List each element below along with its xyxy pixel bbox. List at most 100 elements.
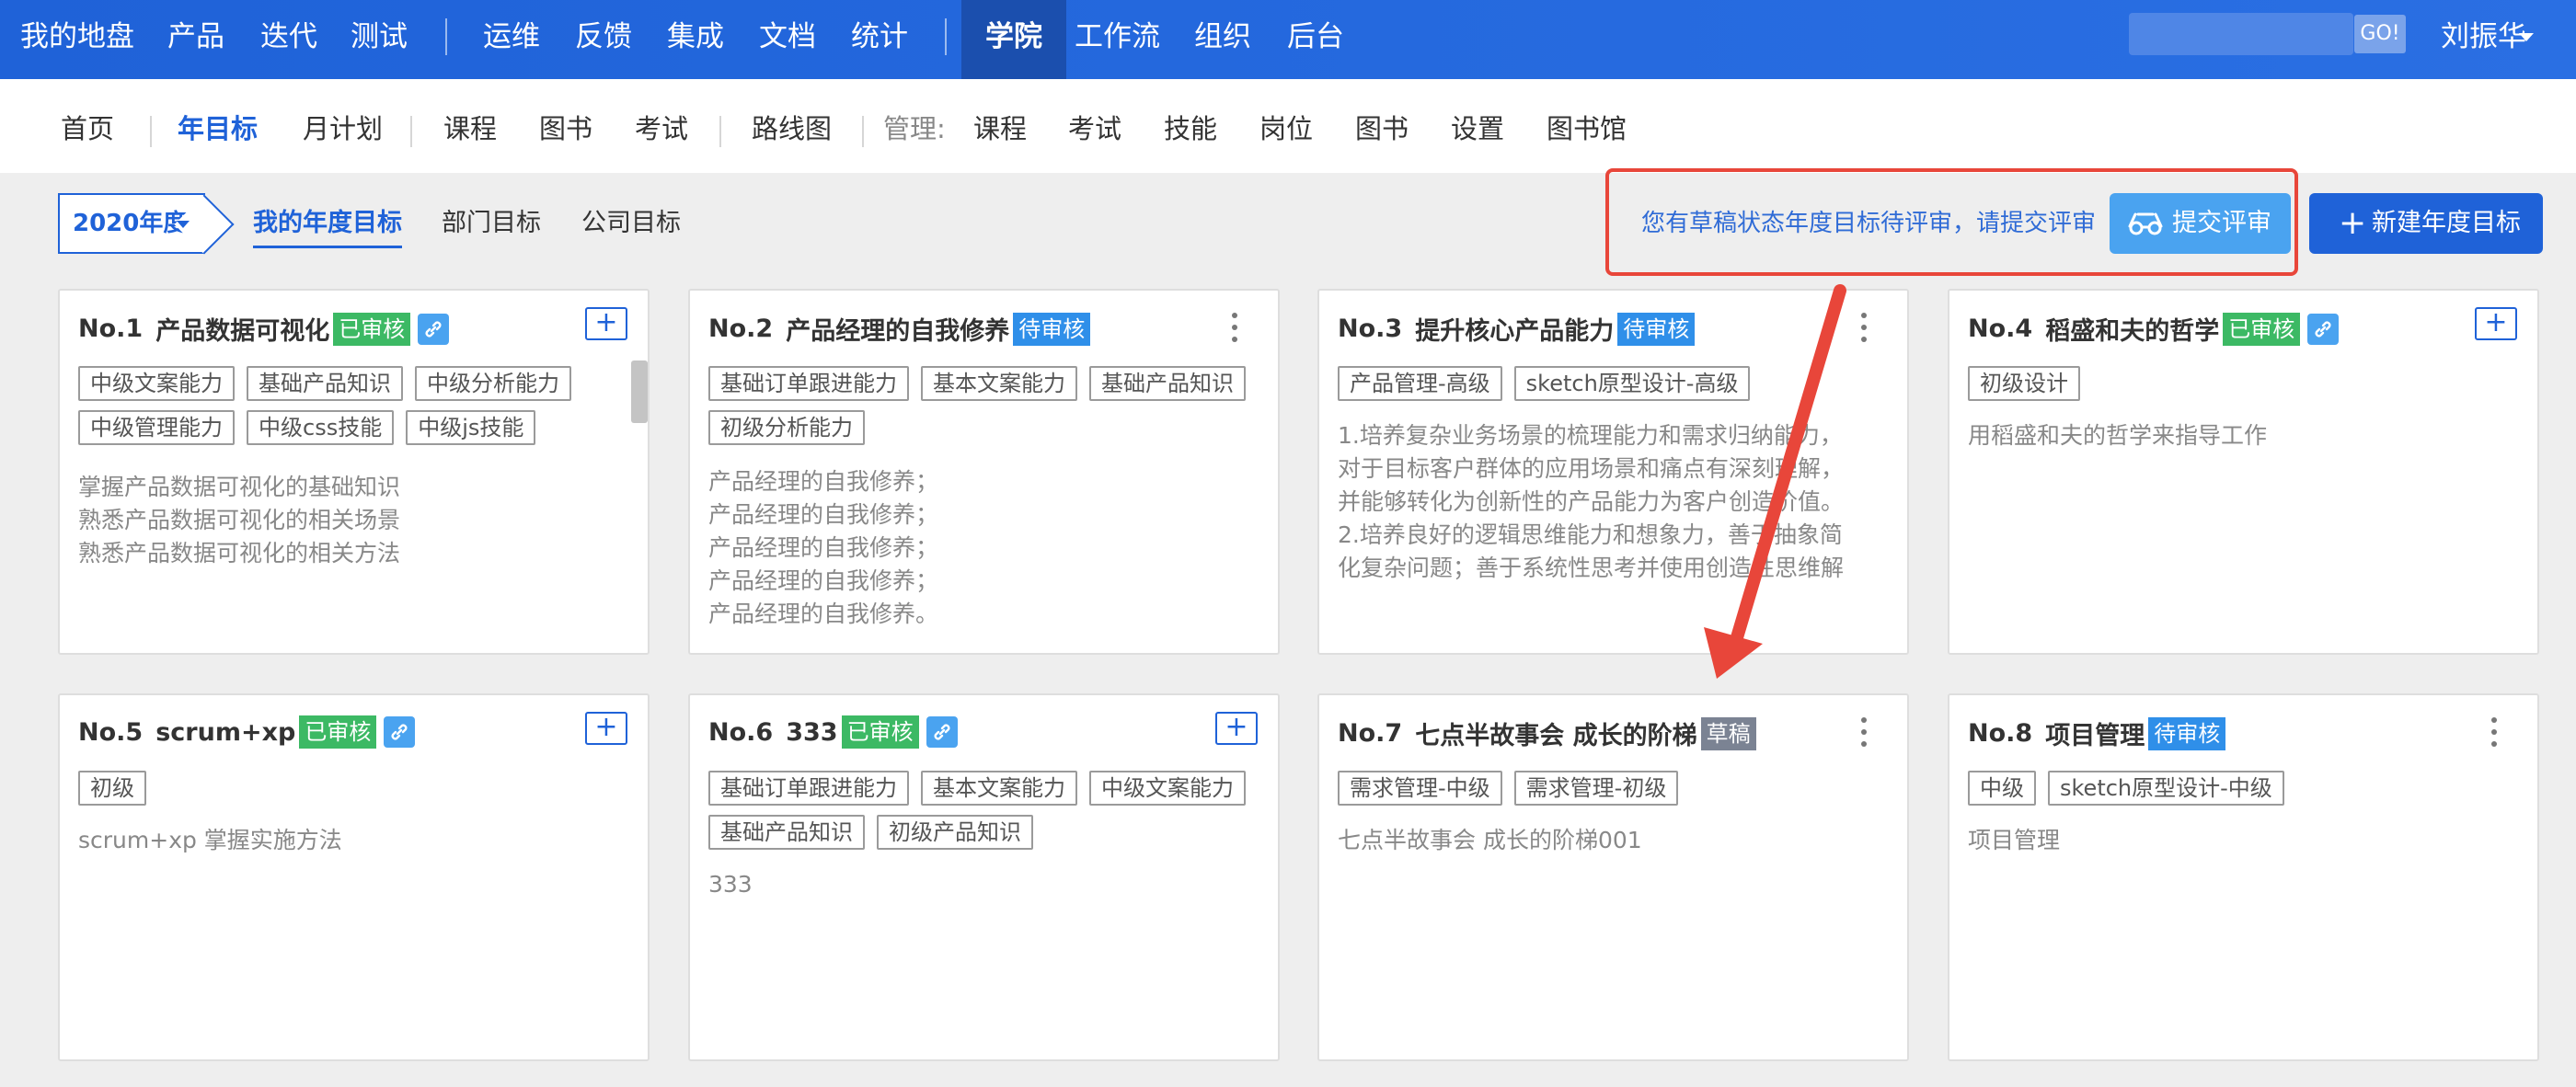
skill-tag: 基础订单跟进能力 bbox=[708, 366, 909, 401]
subnav-manage-exams[interactable]: 考试 bbox=[1068, 79, 1121, 173]
subnav-month-plan[interactable]: 月计划 bbox=[303, 79, 383, 173]
status-badge: 已审核 bbox=[333, 312, 411, 346]
more-icon[interactable] bbox=[2491, 717, 2499, 753]
goal-card[interactable]: No.7 七点半故事会 成长的阶梯 草稿 需求管理-中级 需求管理-初级 七点半… bbox=[1317, 693, 1909, 1061]
nav-admin[interactable]: 后台 bbox=[1287, 0, 1344, 79]
search-go-button[interactable]: GO! bbox=[2354, 15, 2406, 53]
skill-tag: 基础产品知识 bbox=[247, 366, 403, 401]
add-icon[interactable]: + bbox=[1215, 712, 1258, 745]
more-icon[interactable] bbox=[1861, 717, 1869, 753]
nav-my-space[interactable]: 我的地盘 bbox=[20, 0, 134, 79]
skill-tag: 初级分析能力 bbox=[708, 410, 865, 445]
new-year-goal-button[interactable]: + 新建年度目标 bbox=[2309, 193, 2543, 254]
skill-tag: 中级 bbox=[1968, 771, 2036, 806]
link-icon[interactable] bbox=[384, 716, 416, 748]
desc-line: 产品经理的自我修养； bbox=[708, 534, 939, 561]
nav-product[interactable]: 产品 bbox=[167, 0, 224, 79]
nav-stats[interactable]: 统计 bbox=[851, 0, 908, 79]
more-icon[interactable] bbox=[1861, 313, 1869, 349]
skill-tag: 中级文案能力 bbox=[78, 366, 235, 401]
desc-line: 产品经理的自我修养； bbox=[708, 567, 939, 594]
card-name: 七点半故事会 成长的阶梯 bbox=[1415, 722, 1697, 750]
sub-navbar: 首页 年目标 月计划 课程 图书 考试 路线图 管理: 课程 考试 技能 岗位 … bbox=[0, 79, 2576, 173]
card-name: 产品数据可视化 bbox=[155, 317, 330, 346]
nav-iteration[interactable]: 迭代 bbox=[260, 0, 317, 79]
subnav-manage-skills[interactable]: 技能 bbox=[1164, 79, 1217, 173]
link-icon[interactable] bbox=[418, 313, 450, 345]
nav-org[interactable]: 组织 bbox=[1194, 0, 1251, 79]
skill-tag: sketch原型设计-高级 bbox=[1513, 366, 1751, 401]
subnav-home[interactable]: 首页 bbox=[61, 79, 114, 173]
skill-tag: sketch原型设计-中级 bbox=[2048, 771, 2284, 806]
card-number: No.1 bbox=[78, 315, 144, 343]
status-badge: 待审核 bbox=[1617, 312, 1696, 346]
add-icon[interactable]: + bbox=[585, 712, 627, 745]
card-title: No.3 提升核心产品能力 待审核 bbox=[1338, 311, 1696, 347]
goal-card[interactable]: No.3 提升核心产品能力 待审核 产品管理-高级 sketch原型设计-高级 … bbox=[1317, 289, 1909, 655]
goal-card[interactable]: No.5 scrum+xp 已审核 + 初级 scrum+xp 掌握实施方法 bbox=[58, 693, 650, 1061]
skill-tag: 初级产品知识 bbox=[877, 815, 1033, 850]
year-selector-label: 2020年度 bbox=[73, 210, 188, 237]
more-icon[interactable] bbox=[1232, 313, 1239, 349]
goal-card[interactable]: No.6 333 已审核 + 基础订单跟进能力 基本文案能力 中级文案能力 基础… bbox=[688, 693, 1280, 1061]
skill-tag: 基本文案能力 bbox=[921, 771, 1077, 806]
plus-icon: + bbox=[2339, 204, 2367, 242]
card-name: 稻盛和夫的哲学 bbox=[2045, 317, 2220, 346]
subnav-courses[interactable]: 课程 bbox=[443, 79, 497, 173]
card-number: No.5 bbox=[78, 717, 144, 747]
skill-tags: 初级设计 bbox=[1968, 366, 2520, 410]
subnav-exams[interactable]: 考试 bbox=[635, 79, 688, 173]
skill-tags: 中级 sketch原型设计-中级 bbox=[1968, 771, 2520, 815]
subnav-year-goals[interactable]: 年目标 bbox=[178, 79, 258, 173]
subnav-books[interactable]: 图书 bbox=[539, 79, 592, 173]
user-menu[interactable]: 刘振华 bbox=[2441, 0, 2526, 74]
card-title: No.2 产品经理的自我修养 待审核 bbox=[708, 311, 1091, 347]
card-number: No.3 bbox=[1338, 315, 1403, 343]
nav-docs[interactable]: 文档 bbox=[759, 0, 816, 79]
search-input[interactable] bbox=[2129, 13, 2353, 55]
status-badge: 已审核 bbox=[2223, 312, 2301, 346]
goal-card[interactable]: No.1 产品数据可视化 已审核 + 中级文案能力 基础产品知识 中级分析能力 … bbox=[58, 289, 650, 655]
tab-company-goals[interactable]: 公司目标 bbox=[581, 202, 681, 248]
subnav-manage-settings[interactable]: 设置 bbox=[1451, 79, 1504, 173]
skill-tag: 基础产品知识 bbox=[1089, 366, 1246, 401]
goal-card[interactable]: No.4 稻盛和夫的哲学 已审核 + 初级设计 用稻盛和夫的哲学来指导工作 bbox=[1948, 289, 2539, 655]
card-title: No.7 七点半故事会 成长的阶梯 草稿 bbox=[1338, 715, 1756, 751]
nav-feedback[interactable]: 反馈 bbox=[575, 0, 632, 79]
tab-department-goals[interactable]: 部门目标 bbox=[442, 202, 541, 248]
link-icon[interactable] bbox=[926, 716, 958, 748]
skill-tags: 中级文案能力 基础产品知识 中级分析能力 中级管理能力 中级css技能 中级js… bbox=[78, 366, 630, 454]
goal-card[interactable]: No.2 产品经理的自我修养 待审核 基础订单跟进能力 基本文案能力 基础产品知… bbox=[688, 289, 1280, 655]
nav-academy[interactable]: 学院 bbox=[961, 0, 1066, 79]
subnav-manage-positions[interactable]: 岗位 bbox=[1259, 79, 1313, 173]
skill-tag: 基础订单跟进能力 bbox=[708, 771, 909, 806]
subnav-manage-courses[interactable]: 课程 bbox=[973, 79, 1027, 173]
draft-notice: 您有草稿状态年度目标待评审，请提交评审 bbox=[1641, 210, 2097, 237]
add-icon[interactable]: + bbox=[585, 307, 627, 340]
desc-line: 七点半故事会 成长的阶梯001 bbox=[1338, 827, 1642, 853]
desc-line: 2.培养良好的逻辑思维能力和想象力，善于抽象简 bbox=[1338, 521, 1843, 548]
nav-ops[interactable]: 运维 bbox=[483, 0, 540, 79]
tab-my-goals[interactable]: 我的年度目标 bbox=[253, 202, 402, 248]
submit-review-button[interactable]: 提交评审 bbox=[2110, 193, 2291, 254]
subnav-manage-library[interactable]: 图书馆 bbox=[1547, 79, 1627, 173]
card-number: No.4 bbox=[1968, 315, 2033, 343]
goal-card[interactable]: No.8 项目管理 待审核 中级 sketch原型设计-中级 项目管理 bbox=[1948, 693, 2539, 1061]
scrollbar[interactable] bbox=[631, 360, 648, 423]
subnav-roadmap[interactable]: 路线图 bbox=[752, 79, 832, 173]
caret-down-icon bbox=[177, 221, 190, 228]
card-description: 1.培养复杂业务场景的梳理能力和需求归纳能力， 对于目标客户群体的应用场景和痛点… bbox=[1338, 419, 1899, 585]
add-icon[interactable]: + bbox=[2475, 307, 2517, 340]
desc-line: 项目管理 bbox=[1968, 827, 2061, 853]
nav-test[interactable]: 测试 bbox=[351, 0, 408, 79]
skill-tag: 基本文案能力 bbox=[921, 366, 1077, 401]
skill-tag: 中级管理能力 bbox=[78, 410, 235, 445]
subnav-divider bbox=[862, 116, 864, 147]
skill-tag: 中级css技能 bbox=[247, 410, 395, 445]
subnav-manage-books[interactable]: 图书 bbox=[1355, 79, 1409, 173]
nav-integration[interactable]: 集成 bbox=[667, 0, 724, 79]
subnav-manage-label: 管理: bbox=[883, 113, 946, 144]
link-icon[interactable] bbox=[2307, 313, 2340, 345]
nav-workflow[interactable]: 工作流 bbox=[1075, 0, 1160, 79]
desc-line: 掌握产品数据可视化的基础知识 bbox=[78, 474, 401, 500]
